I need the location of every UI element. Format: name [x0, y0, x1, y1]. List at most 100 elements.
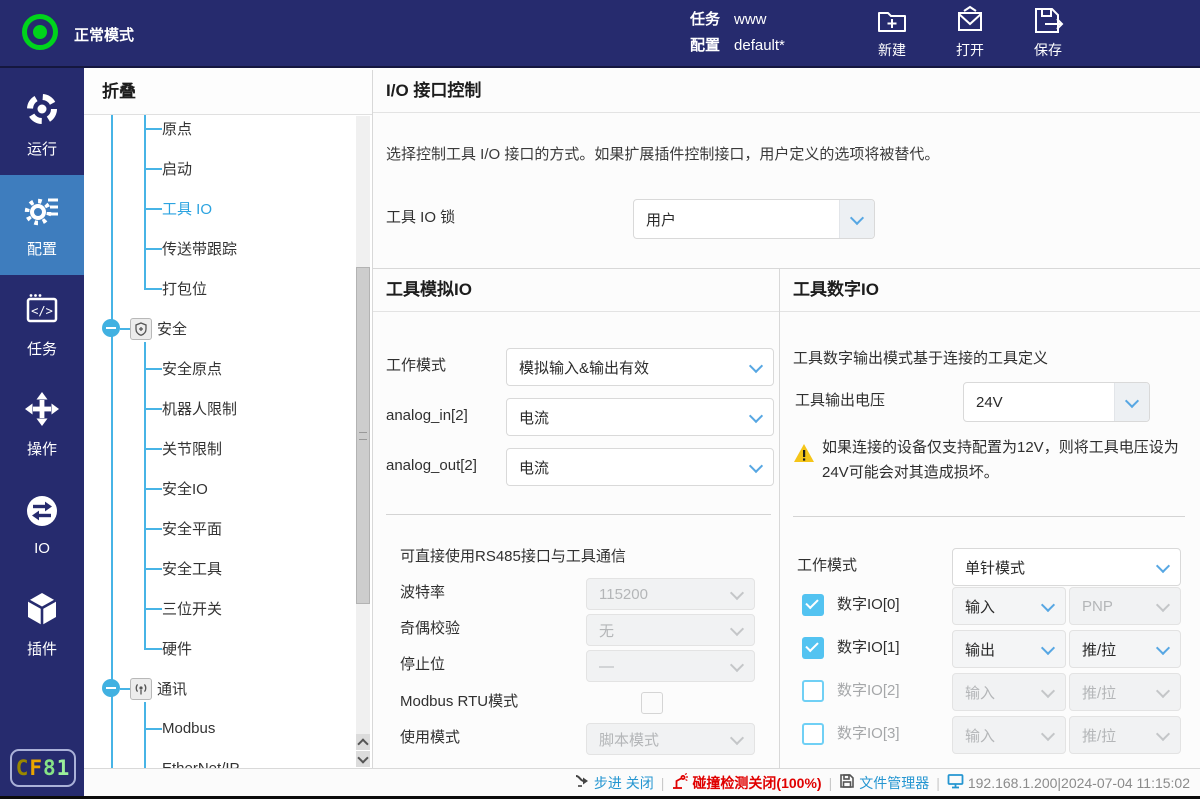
shield-icon [130, 318, 152, 340]
io-interface-control-section: I/O 接口控制 选择控制工具 I/O 接口的方式。如果扩展插件控制接口，用户定… [373, 70, 1200, 268]
tree-item-pack-position[interactable]: 打包位 [84, 268, 373, 308]
config-value: default* [734, 33, 785, 59]
chevron-down-icon [720, 579, 754, 609]
baud-rate-label: 波特率 [400, 583, 445, 603]
new-file-icon [876, 5, 908, 37]
digital-io-0-direction-select[interactable]: 输入 [952, 587, 1066, 625]
tree-item-safety-tool[interactable]: 安全工具 [84, 548, 373, 588]
sidebar: 运行 配置 </> 任务 操作 IO 插件 CF81 [0, 68, 84, 799]
parity-label: 奇偶校验 [400, 619, 460, 639]
task-value: www [734, 7, 767, 33]
tree-scrollbar-handle[interactable] [356, 267, 370, 604]
tree-item-safety-io[interactable]: 安全IO [84, 468, 373, 508]
collapse-minus-icon[interactable] [102, 319, 120, 337]
tool-io-lock-label: 工具 IO 锁 [386, 208, 455, 228]
sidebar-item-plugin[interactable]: 插件 [0, 575, 84, 675]
sidebar-item-config[interactable]: 配置 [0, 175, 84, 275]
run-icon [24, 91, 60, 131]
sidebar-item-io[interactable]: IO [0, 475, 84, 575]
usage-mode-label: 使用模式 [400, 728, 460, 748]
tool-io-lock-select[interactable]: 用户 [633, 199, 875, 239]
modbus-rtu-label: Modbus RTU模式 [400, 692, 518, 712]
scroll-up-button[interactable] [356, 734, 370, 750]
stop-bit-label: 停止位 [400, 655, 445, 675]
tree-item-joint-limits[interactable]: 关节限制 [84, 428, 373, 468]
tree-item-three-position-switch[interactable]: 三位开关 [84, 588, 373, 628]
digital-work-mode-label: 工作模式 [797, 556, 857, 576]
config-tree-panel: 折叠 原点 启动 工具 IO 传送带跟踪 打包位 安全 安全原点 机器人限制 关… [84, 70, 373, 768]
save-button[interactable]: 保存 [1032, 5, 1064, 60]
tree-item-startup[interactable]: 启动 [84, 148, 373, 188]
digital-work-mode-select[interactable]: 单针模式 [952, 548, 1181, 586]
digital-io-2-checkbox[interactable] [802, 680, 824, 702]
chevron-down-icon [720, 615, 754, 645]
chevron-down-icon [720, 651, 754, 681]
tree-item-modbus[interactable]: Modbus [84, 708, 373, 748]
broadcast-icon [130, 678, 152, 700]
section-title-io-control: I/O 接口控制 [373, 70, 1200, 112]
tree-item-safety-home[interactable]: 安全原点 [84, 348, 373, 388]
digital-io-0-label: 数字IO[0] [837, 595, 900, 615]
top-bar: 正常模式 任务www 配置default* 新建 打开 保存 [0, 0, 1200, 68]
chevron-down-icon [720, 724, 754, 754]
tree-item-conveyor-tracking[interactable]: 传送带跟踪 [84, 228, 373, 268]
tree-item-hardware[interactable]: 硬件 [84, 628, 373, 668]
sidebar-item-task[interactable]: </> 任务 [0, 275, 84, 375]
tree-item-tool-io[interactable]: 工具 IO [84, 188, 373, 228]
digital-io-0-checkbox[interactable] [802, 594, 824, 616]
digital-io-1-mode-select[interactable]: 推/拉 [1069, 630, 1181, 668]
io-swap-icon [24, 493, 60, 533]
section-title-analog-io: 工具模拟IO [373, 269, 779, 311]
chevron-down-icon [1146, 549, 1180, 585]
network-status[interactable]: 192.168.1.200|2024-07-04 11:15:02 [947, 773, 1190, 792]
tree-group-safety[interactable]: 安全 [84, 308, 354, 348]
warning-triangle-icon [793, 443, 815, 469]
stop-bit-select: — [586, 650, 755, 682]
open-button[interactable]: 打开 [954, 5, 986, 60]
mode-label: 正常模式 [74, 24, 134, 45]
chevron-down-icon [1031, 588, 1065, 624]
usage-mode-select: 脚本模式 [586, 723, 755, 755]
digital-io-3-label: 数字IO[3] [837, 724, 900, 744]
digital-io-2-mode-select: 推/拉 [1069, 673, 1181, 711]
tree-group-communication[interactable]: 通讯 [84, 668, 354, 708]
digital-io-1-direction-select[interactable]: 输出 [952, 630, 1066, 668]
tree-item-ethernet-ip[interactable]: EtherNet/IP [84, 748, 373, 768]
tree-scrollbar[interactable] [356, 116, 370, 734]
tool-digital-io-section: 工具数字IO 工具数字输出模式基于连接的工具定义 工具输出电压 24V 如果连接… [780, 269, 1200, 768]
tool-voltage-label: 工具输出电压 [795, 391, 885, 411]
digital-io-description: 工具数字输出模式基于连接的工具定义 [793, 349, 1048, 369]
digital-io-3-checkbox[interactable] [802, 723, 824, 745]
digital-io-1-label: 数字IO[1] [837, 638, 900, 658]
sidebar-item-operate[interactable]: 操作 [0, 375, 84, 475]
robot-control-app: 正常模式 任务www 配置default* 新建 打开 保存 运行 [0, 0, 1200, 799]
tree-item-robot-limits[interactable]: 机器人限制 [84, 388, 373, 428]
collision-detect-toggle[interactable]: 碰撞检测关闭(100%) [671, 773, 821, 793]
io-sections: 工具模拟IO 工作模式 模拟输入&输出有效 analog_in[2] 电流 an… [373, 268, 1200, 768]
tool-voltage-select[interactable]: 24V [963, 382, 1150, 422]
analog-work-mode-select[interactable]: 模拟输入&输出有效 [506, 348, 774, 386]
settings-gear-icon [24, 191, 60, 231]
chevron-down-icon [1146, 588, 1180, 624]
svg-text:</>: </> [31, 304, 53, 318]
analog-out-select[interactable]: 电流 [506, 448, 774, 486]
new-button[interactable]: 新建 [876, 5, 908, 60]
file-manager-button[interactable]: 文件管理器 [839, 773, 929, 793]
analog-in-label: analog_in[2] [386, 406, 468, 426]
collapse-minus-icon[interactable] [102, 679, 120, 697]
scroll-down-button[interactable] [356, 751, 370, 767]
chevron-down-icon [1146, 674, 1180, 710]
network-monitor-icon [947, 773, 964, 792]
sidebar-item-run[interactable]: 运行 [0, 75, 84, 175]
digital-io-2-direction-select: 输入 [952, 673, 1066, 711]
digital-io-3-mode-select: 推/拉 [1069, 716, 1181, 754]
parity-select: 无 [586, 614, 755, 646]
step-mode-toggle[interactable]: 步进 关闭 [574, 773, 654, 793]
device-badge: CF81 [10, 749, 76, 787]
tree-item-safety-planes[interactable]: 安全平面 [84, 508, 373, 548]
digital-io-1-checkbox[interactable] [802, 637, 824, 659]
analog-in-select[interactable]: 电流 [506, 398, 774, 436]
tree-item-origin[interactable]: 原点 [84, 108, 373, 148]
chevron-down-icon [739, 449, 773, 485]
config-label: 配置 [690, 33, 720, 59]
